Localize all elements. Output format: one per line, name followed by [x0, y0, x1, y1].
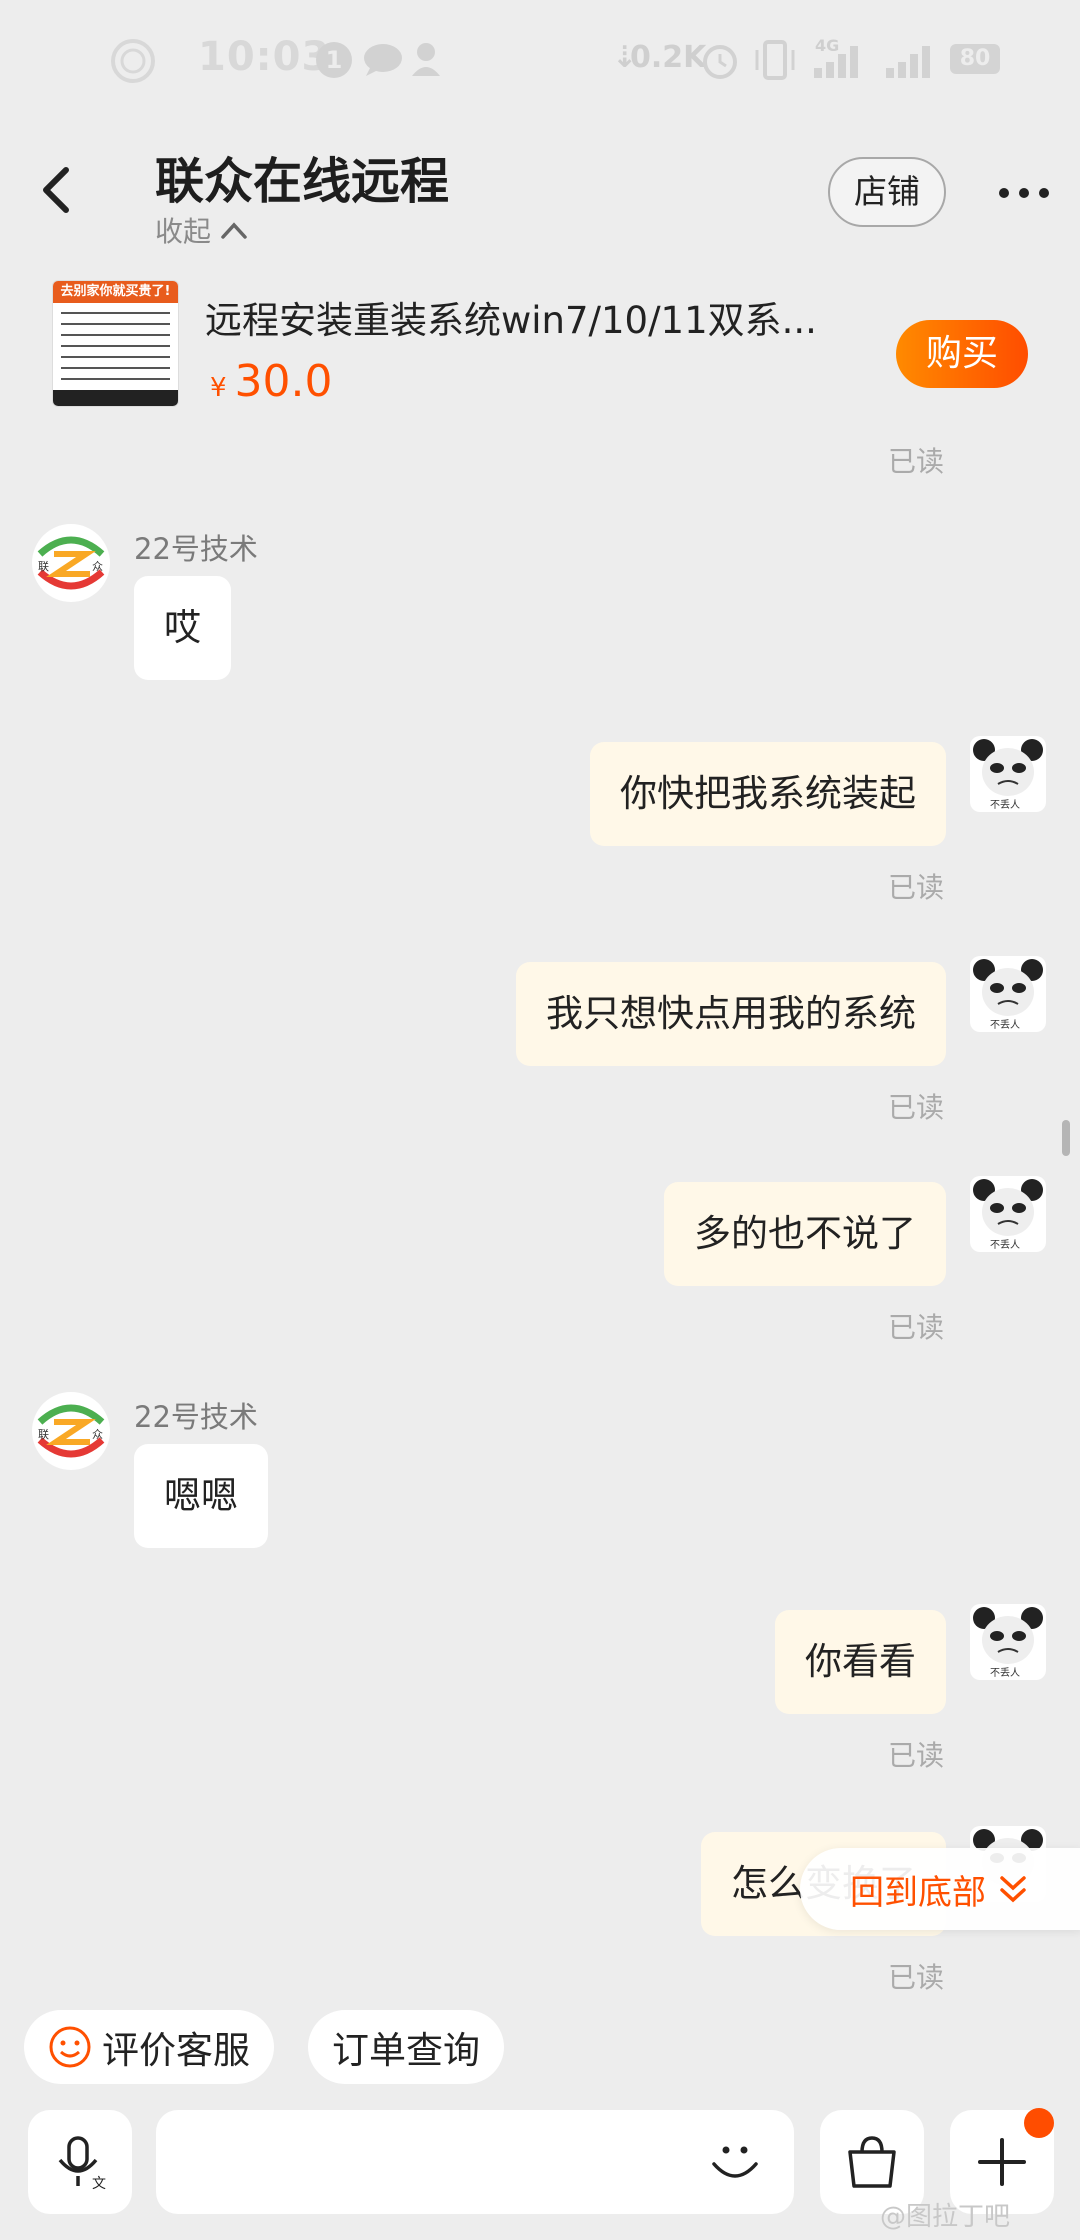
- collapse-label: 收起: [155, 215, 212, 248]
- panda-avatar-icon: 不丢人: [973, 739, 1043, 811]
- my-avatar[interactable]: 不丢人: [970, 736, 1046, 812]
- panda-avatar-icon: 不丢人: [973, 1607, 1043, 1679]
- shop-avatar[interactable]: 联 众: [32, 1392, 110, 1470]
- product-title[interactable]: 远程安装重装系统win7/10/11双系...: [205, 290, 845, 344]
- panda-avatar-icon: 不丢人: [973, 959, 1043, 1031]
- battery-indicator: 80: [950, 44, 1000, 74]
- back-button[interactable]: [30, 150, 90, 230]
- shopping-bag-icon: [848, 2136, 896, 2188]
- read-status: 已读: [888, 1739, 945, 1772]
- sender-name: 22号技术: [134, 1400, 258, 1434]
- notification-dot: [1024, 2108, 1054, 2138]
- read-status: 已读: [888, 871, 945, 904]
- svg-text:联: 联: [38, 560, 49, 573]
- scrollbar-thumb[interactable]: [1062, 1120, 1070, 1156]
- quick-reply-label: 评价客服: [102, 2029, 250, 2072]
- emoji-icon: [712, 2146, 758, 2178]
- price-value: 30.0: [234, 356, 333, 407]
- message-bubble[interactable]: 你看看: [775, 1610, 946, 1714]
- read-status: 已读: [888, 1961, 945, 1994]
- quick-reply-order-query[interactable]: 订单查询: [308, 2010, 504, 2084]
- page-title: 联众在线远程: [155, 153, 450, 210]
- microphone-icon: 文: [58, 2136, 106, 2192]
- net-speed: 0.2K: [630, 40, 707, 75]
- buy-button[interactable]: 购买: [896, 320, 1028, 388]
- back-to-bottom-label: 回到底部: [850, 1872, 986, 1913]
- message-bubble[interactable]: 嗯嗯: [134, 1444, 268, 1548]
- watermark: @图拉丁吧: [880, 2202, 1011, 2232]
- read-status: 已读: [888, 1091, 945, 1124]
- sender-name: 22号技术: [134, 532, 258, 566]
- currency-symbol: ¥: [210, 373, 227, 403]
- svg-text:不丢人: 不丢人: [990, 1239, 1020, 1251]
- my-avatar[interactable]: 不丢人: [970, 1604, 1046, 1680]
- chevron-left-icon: [43, 167, 69, 213]
- double-chevron-down-icon: [1000, 1876, 1026, 1903]
- shop-logo-icon: 联 众: [33, 525, 109, 601]
- vibrate-icon: [755, 40, 795, 80]
- back-to-bottom-button[interactable]: 回到底部: [800, 1848, 1080, 1930]
- svg-text:文: 文: [92, 2176, 106, 2192]
- message-bubble[interactable]: 哎: [134, 576, 231, 680]
- svg-text:不丢人: 不丢人: [990, 799, 1020, 811]
- collapse-toggle[interactable]: 收起: [155, 210, 249, 250]
- message-bubble[interactable]: 我只想快点用我的系统: [516, 962, 946, 1066]
- signal-icon-2: [886, 46, 930, 78]
- read-status: 已读: [888, 445, 945, 478]
- svg-text:众: 众: [92, 1428, 103, 1441]
- alarm-icon: [703, 45, 737, 79]
- emoji-button[interactable]: [700, 2126, 770, 2196]
- product-thumbnail[interactable]: 去别家你就买贵了!: [52, 280, 179, 407]
- quick-reply-label: 订单查询: [332, 2029, 480, 2072]
- product-price: ¥30.0: [210, 356, 333, 407]
- svg-text:不丢人: 不丢人: [990, 1667, 1020, 1679]
- contact-icon: [412, 43, 440, 76]
- my-avatar[interactable]: 不丢人: [970, 1176, 1046, 1252]
- message-input[interactable]: [156, 2110, 794, 2214]
- clock: 10:03: [198, 34, 331, 80]
- message-bubble[interactable]: 你快把我系统装起: [590, 742, 946, 846]
- my-avatar[interactable]: 不丢人: [970, 956, 1046, 1032]
- voice-input-button[interactable]: 文: [28, 2110, 132, 2214]
- svg-text:不丢人: 不丢人: [990, 1019, 1020, 1031]
- shop-logo-icon: 联 众: [33, 1393, 109, 1469]
- chat-bubble-icon: [364, 44, 402, 76]
- read-status: 已读: [888, 1311, 945, 1344]
- plus-icon: [978, 2138, 1026, 2186]
- shop-button[interactable]: 店铺: [828, 157, 946, 227]
- svg-text:众: 众: [92, 560, 103, 573]
- panda-avatar-icon: 不丢人: [973, 1179, 1043, 1251]
- notification-count-badge: 1: [316, 42, 352, 78]
- shop-avatar[interactable]: 联 众: [32, 524, 110, 602]
- message-bubble[interactable]: 多的也不说了: [664, 1182, 946, 1286]
- chevron-up-icon: [221, 222, 247, 239]
- record-icon: [111, 39, 155, 83]
- more-horizontal-icon: [999, 188, 1049, 198]
- status-bar: 10:03 1 ⇣ 0.2K 4G 80: [0, 0, 1080, 120]
- more-options-button[interactable]: [996, 168, 1052, 218]
- signal-icon-1: [814, 46, 858, 78]
- smile-icon: [49, 2026, 91, 2068]
- svg-text:联: 联: [38, 1428, 49, 1441]
- quick-reply-rate-service[interactable]: 评价客服: [24, 2010, 274, 2084]
- thumb-banner: 去别家你就买贵了!: [53, 281, 178, 303]
